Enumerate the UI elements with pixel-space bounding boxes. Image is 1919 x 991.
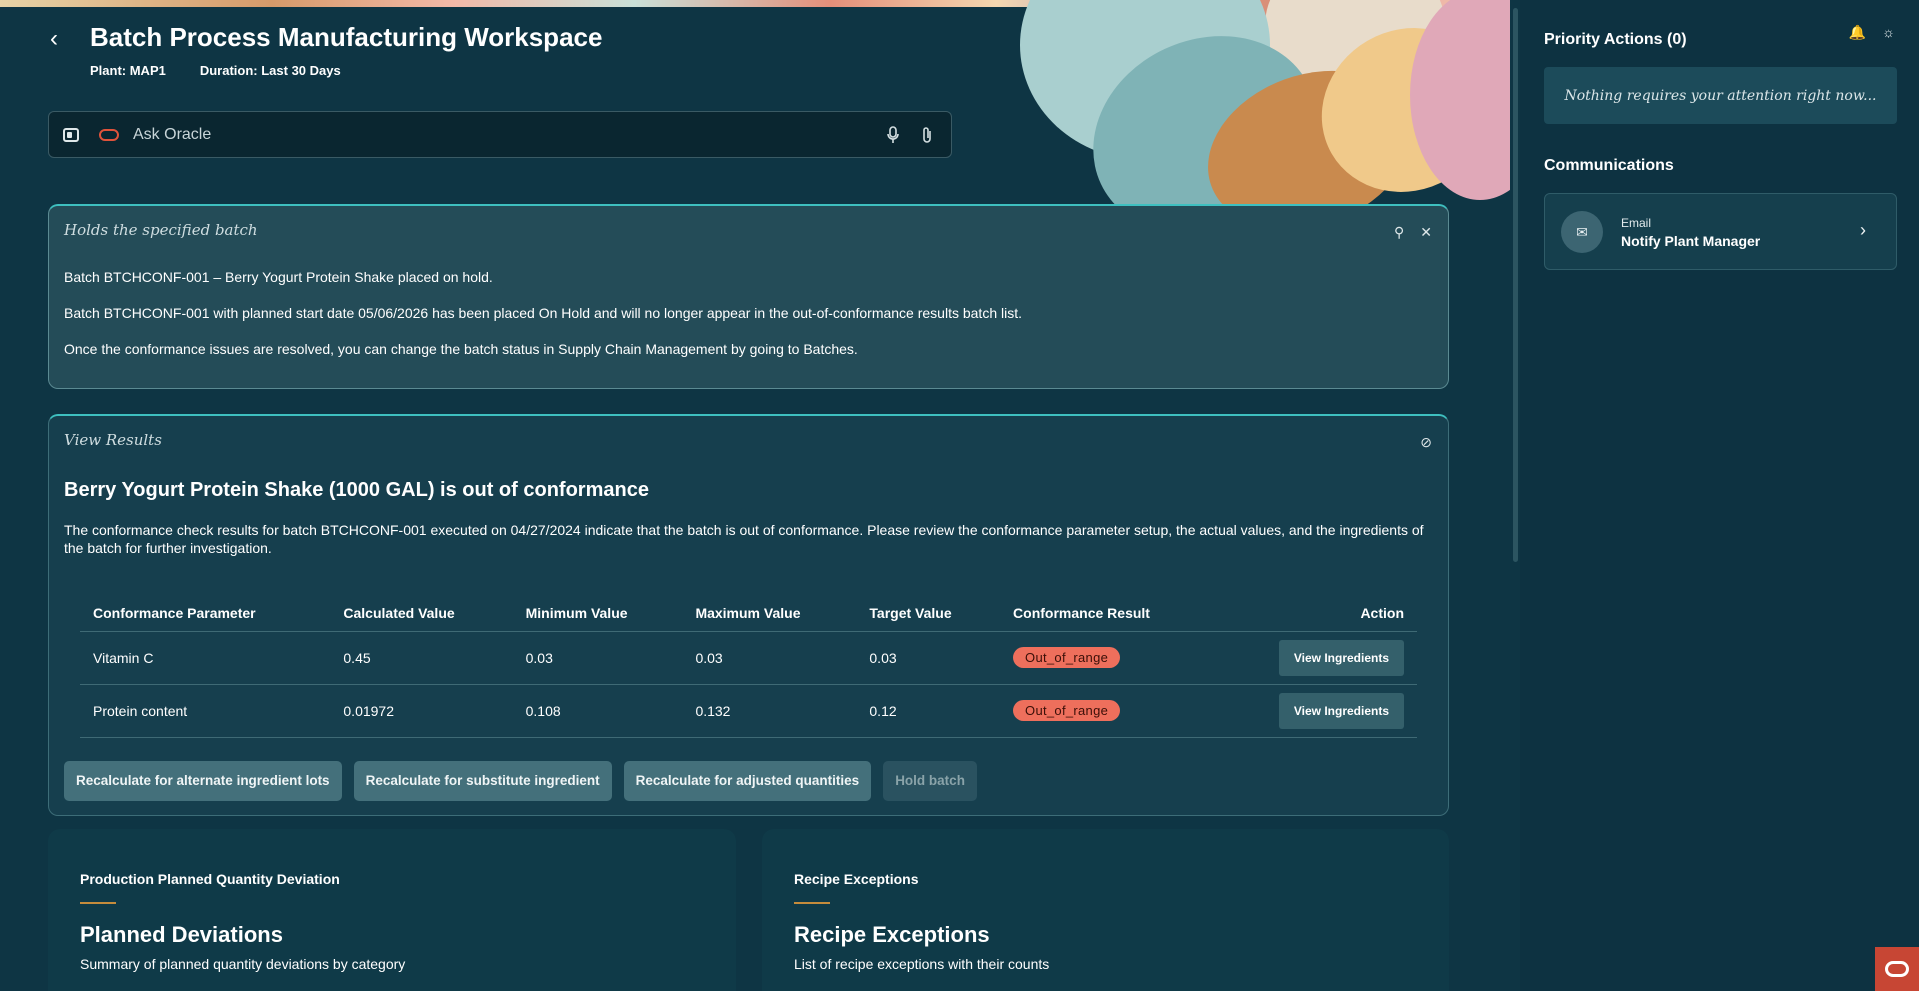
target-cell: 0.12 xyxy=(856,684,1001,738)
column-header: Action xyxy=(1216,595,1417,632)
minimum-cell: 0.108 xyxy=(512,684,683,738)
view-ingredients-button[interactable]: View Ingredients xyxy=(1278,692,1404,729)
minimum-cell: 0.03 xyxy=(512,631,683,685)
microphone-icon[interactable] xyxy=(883,125,903,145)
tile-title: Planned Deviations xyxy=(80,922,283,947)
oracle-logo-icon xyxy=(99,128,119,141)
hold-line-1: Batch BTCHCONF-001 – Berry Yogurt Protei… xyxy=(64,269,493,285)
comm-type: Email xyxy=(1621,216,1652,230)
unpin-icon[interactable]: ⊘ xyxy=(1420,434,1432,451)
column-header: Conformance Parameter xyxy=(80,595,331,632)
card-label: Holds the specified batch xyxy=(64,221,258,239)
chevron-right-icon: › xyxy=(1860,220,1866,240)
recalculate-alternate-lots-button[interactable]: Recalculate for alternate ingredient lot… xyxy=(64,761,342,801)
view-ingredients-button[interactable]: View Ingredients xyxy=(1278,639,1404,676)
hold-line-2: Batch BTCHCONF-001 with planned start da… xyxy=(64,305,1022,321)
paperclip-icon[interactable] xyxy=(917,125,937,145)
oracle-assistant-button[interactable] xyxy=(1875,947,1919,991)
page-meta: Plant: MAP1 Duration: Last 30 Days xyxy=(90,63,341,78)
hold-message: Batch BTCHCONF-001 – Berry Yogurt Protei… xyxy=(64,268,1022,376)
table-row: Vitamin C 0.45 0.03 0.03 0.03 Out_of_ran… xyxy=(80,631,1417,685)
recipe-exceptions-tile[interactable]: Recipe Exceptions Recipe Exceptions List… xyxy=(762,829,1449,991)
tile-kicker: Recipe Exceptions xyxy=(794,871,919,887)
column-header: Conformance Result xyxy=(1000,595,1217,632)
tile-subtitle: List of recipe exceptions with their cou… xyxy=(794,956,1050,972)
results-actions: Recalculate for alternate ingredient lot… xyxy=(64,761,977,801)
close-icon[interactable]: ✕ xyxy=(1420,224,1432,241)
results-title: Berry Yogurt Protein Shake (1000 GAL) is… xyxy=(64,479,649,501)
column-header: Target Value xyxy=(856,595,1001,632)
main-content: ‹ Batch Process Manufacturing Workspace … xyxy=(0,0,1510,991)
back-arrow-icon[interactable]: ‹ xyxy=(50,27,72,51)
conformance-table: Conformance Parameter Calculated Value M… xyxy=(80,595,1417,738)
oracle-logo-icon xyxy=(1885,961,1909,977)
column-header: Calculated Value xyxy=(330,595,513,632)
envelope-icon: ✉ xyxy=(1561,211,1603,253)
column-header: Maximum Value xyxy=(682,595,857,632)
pin-icon[interactable]: ⚲ xyxy=(1394,224,1404,241)
hold-batch-button[interactable]: Hold batch xyxy=(883,761,977,801)
parameter-cell: Protein content xyxy=(80,684,331,738)
main-scrollbar[interactable] xyxy=(1513,8,1518,562)
table-header-row: Conformance Parameter Calculated Value M… xyxy=(80,595,1417,632)
priority-empty-message: Nothing requires your attention right no… xyxy=(1544,67,1897,124)
bell-icon[interactable]: 🔔 xyxy=(1849,24,1866,41)
brightness-icon[interactable]: ☼ xyxy=(1882,24,1895,41)
maximum-cell: 0.132 xyxy=(682,684,857,738)
panel-toggle-icon[interactable] xyxy=(63,127,79,142)
notify-plant-manager-card[interactable]: ✉ Email Notify Plant Manager › xyxy=(1544,193,1897,270)
hold-batch-card: Holds the specified batch ⚲ ✕ Batch BTCH… xyxy=(48,204,1449,389)
parameter-cell: Vitamin C xyxy=(80,631,331,685)
plant-label: Plant: MAP1 xyxy=(90,63,166,78)
tile-title: Recipe Exceptions xyxy=(794,922,990,947)
table-row: Protein content 0.01972 0.108 0.132 0.12… xyxy=(80,684,1417,738)
priority-actions-heading: Priority Actions (0) xyxy=(1544,31,1687,48)
maximum-cell: 0.03 xyxy=(682,631,857,685)
tile-kicker: Production Planned Quantity Deviation xyxy=(80,871,340,887)
recalculate-substitute-button[interactable]: Recalculate for substitute ingredient xyxy=(353,761,612,801)
calculated-cell: 0.01972 xyxy=(330,684,513,738)
page-title: Batch Process Manufacturing Workspace xyxy=(90,22,603,52)
ask-oracle-input[interactable]: Ask Oracle xyxy=(133,126,869,144)
tile-divider xyxy=(80,902,116,904)
tile-divider xyxy=(794,902,830,904)
ask-oracle-bar[interactable]: Ask Oracle xyxy=(48,111,952,158)
card-label: View Results xyxy=(64,431,162,449)
tile-subtitle: Summary of planned quantity deviations b… xyxy=(80,956,406,972)
results-description: The conformance check results for batch … xyxy=(64,522,1424,556)
status-badge: Out_of_range xyxy=(1013,647,1121,668)
right-sidebar: 🔔 ☼ Priority Actions (0) Nothing require… xyxy=(1520,0,1919,991)
hold-line-3: Once the conformance issues are resolved… xyxy=(64,341,858,357)
calculated-cell: 0.45 xyxy=(330,631,513,685)
planned-deviations-tile[interactable]: Production Planned Quantity Deviation Pl… xyxy=(48,829,736,991)
view-results-card: View Results ⊘ Berry Yogurt Protein Shak… xyxy=(48,414,1449,816)
status-badge: Out_of_range xyxy=(1013,700,1121,721)
target-cell: 0.03 xyxy=(856,631,1001,685)
recalculate-adjusted-button[interactable]: Recalculate for adjusted quantities xyxy=(623,761,872,801)
communications-heading: Communications xyxy=(1544,157,1674,174)
column-header: Minimum Value xyxy=(512,595,683,632)
comm-title: Notify Plant Manager xyxy=(1621,233,1761,249)
duration-label: Duration: Last 30 Days xyxy=(199,63,341,78)
